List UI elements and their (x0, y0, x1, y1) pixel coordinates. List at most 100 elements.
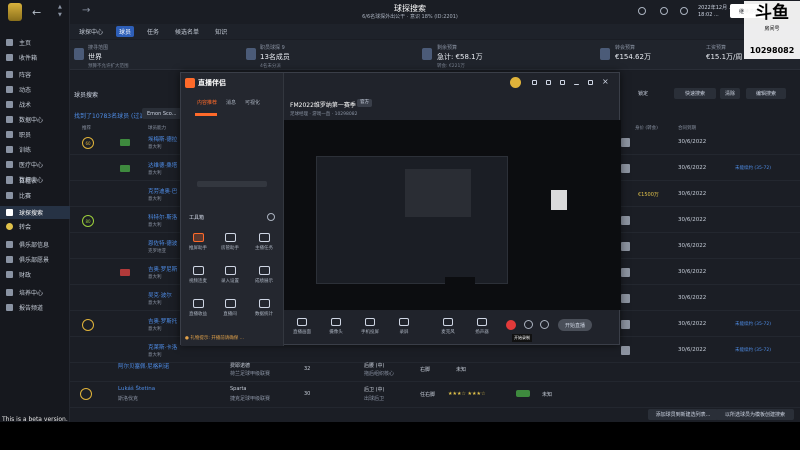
lock-checkbox[interactable]: 锁定 (630, 88, 656, 99)
info-scope[interactable]: 搜寻范围 世界 预算不允许扩大范围 (88, 44, 129, 69)
tool-results[interactable]: 成绩展示 (249, 266, 279, 284)
maximize-icon[interactable] (588, 80, 593, 85)
sidebar-item-staff[interactable]: 职员 (0, 128, 70, 141)
edit-search-button[interactable]: 编辑搜索 (746, 88, 786, 99)
sidebar-item-finances[interactable]: 财政 (0, 268, 70, 281)
settings-icon[interactable] (560, 80, 565, 85)
back-arrow-icon[interactable]: ← (32, 6, 41, 19)
tab-assignments[interactable]: 任务 (144, 26, 162, 37)
contract-note[interactable]: 未能续约 (35-72) (735, 321, 771, 327)
tool-record-settings[interactable]: 录入设置 (215, 266, 245, 284)
info-wage-budget[interactable]: 工资预算 €15.1万/周 (706, 44, 742, 62)
stream-title[interactable]: FM2022维罗纳第一赛季 (290, 100, 356, 109)
record-button[interactable] (506, 320, 516, 330)
player-name[interactable]: 阿尔贝塞佩·尼格利诺 (118, 362, 169, 370)
minimize-icon[interactable] (574, 84, 579, 85)
calendar-icon (6, 177, 13, 184)
status-badge (120, 165, 130, 172)
tool-screen-helper[interactable]: 推屏助手 (183, 233, 213, 251)
info-transfer-budget[interactable]: 转会预算 €154.62万 (615, 44, 651, 62)
sidebar-item-dynamics[interactable]: 动态 (0, 83, 70, 96)
skin-icon[interactable] (532, 80, 537, 85)
recommendation-dot (82, 319, 94, 331)
add-to-list-button[interactable]: 添加球员到新建选列表... (648, 409, 718, 420)
tool-stats[interactable]: 数据统计 (249, 299, 279, 317)
tool-room-admin[interactable]: 房管助手 (215, 233, 245, 251)
player-name[interactable]: 吉奥·罗尼斯 (148, 265, 177, 273)
quick-search-select[interactable]: 快速搜索 (674, 88, 716, 99)
tool-video-link[interactable]: 视频连麦 (183, 266, 213, 284)
forward-arrow-icon[interactable]: → (82, 5, 90, 16)
sidebar-item-reports[interactable]: 报告频道 (0, 301, 70, 314)
ctrl-speaker[interactable]: 扬声器 (468, 318, 496, 335)
table-row[interactable]: Lukáš Štetina 斯洛伐克 Sparta 捷克足球甲级联赛 30 后卫… (70, 382, 800, 408)
sidebar-item-club-vision[interactable]: 俱乐部愿景 (0, 253, 70, 266)
create-search-from-template-button[interactable]: 以所选球员为模板创建搜索 (716, 409, 794, 420)
contract-date: 30/6/2022 (678, 295, 707, 301)
help-icon[interactable] (660, 7, 668, 15)
gear-icon[interactable] (540, 320, 549, 329)
scroll-arrows-icon[interactable]: ▲ ▼ (58, 3, 62, 19)
tool-live-room[interactable]: 直播间 (215, 299, 245, 317)
player-name[interactable]: 吉奥·罗斯托 (148, 317, 177, 325)
ctrl-phone-cast[interactable]: 手机投屏 (356, 318, 384, 335)
tab-recommended[interactable]: 内容推荐 (197, 99, 217, 106)
stream-preview[interactable] (284, 120, 621, 310)
player-name[interactable]: 克劳迪奥·巴 (148, 187, 177, 195)
player-name[interactable]: 达维德·桑塔 (148, 161, 177, 169)
sidebar-item-development[interactable]: 培养中心 (0, 286, 70, 299)
tab-visual[interactable]: 可视化 (245, 99, 260, 106)
close-icon[interactable]: × (602, 77, 609, 86)
player-name[interactable]: 克莱斯·卡洛 (148, 343, 177, 351)
sidebar-item-data-hub[interactable]: 数据中心 (0, 113, 70, 126)
sidebar-item-medical[interactable]: 医疗中心 (0, 158, 70, 171)
contract-date: 30/6/2022 (678, 165, 707, 171)
sidebar-item-schedule[interactable]: 日程表 (0, 174, 70, 187)
start-live-button[interactable]: 开始直播 (558, 319, 592, 331)
results-count[interactable]: 找到了10783名球员 (过滤) (74, 111, 148, 120)
sidebar-item-squad[interactable]: 阵容 (0, 68, 70, 81)
avatar[interactable] (510, 77, 521, 88)
location-icon[interactable] (638, 7, 646, 15)
info-budget[interactable]: 剩余预算 急计: €58.1万 转会: €221万 (437, 44, 483, 69)
contract-note[interactable]: 未能续约 (35-72) (735, 347, 771, 353)
contract-note[interactable]: 未能续约 (35-72) (735, 165, 771, 171)
sidebar-item-club-info[interactable]: 俱乐部信息 (0, 238, 70, 251)
message-icon[interactable] (546, 80, 551, 85)
tab-messages[interactable]: 消息 (226, 99, 236, 106)
player-club[interactable]: Sparta (230, 386, 247, 392)
ctrl-camera[interactable]: 摄像头 (322, 318, 350, 335)
sidebar-item-transfers[interactable]: 转会 (0, 220, 70, 233)
sidebar-item-home[interactable]: 主页 (0, 36, 70, 49)
ctrl-live-screen[interactable]: 直播画面 (288, 318, 316, 335)
player-name[interactable]: 科特尔·斯洛 (148, 213, 177, 221)
tool-earnings[interactable]: 直播收益 (183, 299, 213, 317)
tab-scouting-center[interactable]: 球探中心 (76, 26, 106, 37)
tab-players[interactable]: 球员 (116, 26, 135, 37)
player-club[interactable]: 费耶诺德 (230, 362, 250, 369)
ctrl-microphone[interactable]: 麦克风 (434, 318, 462, 335)
clear-button[interactable]: 清除 (720, 88, 740, 99)
player-name[interactable]: 埃梅斯·德拉 (148, 135, 177, 143)
settings-icon[interactable] (680, 7, 688, 15)
table-row[interactable]: 阿尔贝塞佩·尼格利诺 费耶诺德 荷兰足球甲级联赛 32 后腰 (中) 拖后组织核… (70, 358, 800, 382)
sidebar-item-match[interactable]: 比赛 (0, 189, 70, 202)
sidebar-item-tactics[interactable]: 战术 (0, 98, 70, 111)
tool-anchor-task[interactable]: 主播任务 (249, 233, 279, 251)
player-name[interactable]: 恩佐特·德波 (148, 239, 177, 247)
tab-shortlist[interactable]: 候选名单 (172, 26, 202, 37)
record-tooltip: 开始录制 (512, 334, 532, 342)
info-staff[interactable]: 职员球探 9 13名成员 4名未分派 (260, 44, 290, 69)
sidebar-item-inbox[interactable]: 收件箱 (0, 51, 70, 64)
ctrl-record-screen[interactable]: 录屏 (390, 318, 418, 335)
timer-icon[interactable] (524, 320, 533, 329)
club-crest-logo[interactable] (8, 3, 22, 21)
sidebar-item-training[interactable]: 训练 (0, 143, 70, 156)
sidebar-item-scouting[interactable]: 球探搜索 (0, 206, 70, 219)
tab-knowledge[interactable]: 知识 (212, 26, 230, 37)
player-name[interactable]: Lukáš Štetina (118, 386, 155, 392)
scene-slot[interactable] (197, 181, 267, 187)
toolbox-settings-icon[interactable] (267, 213, 275, 221)
player-name[interactable]: 吴克·波尔 (148, 291, 172, 299)
filter-chip[interactable]: Emon Sco... (142, 108, 182, 119)
